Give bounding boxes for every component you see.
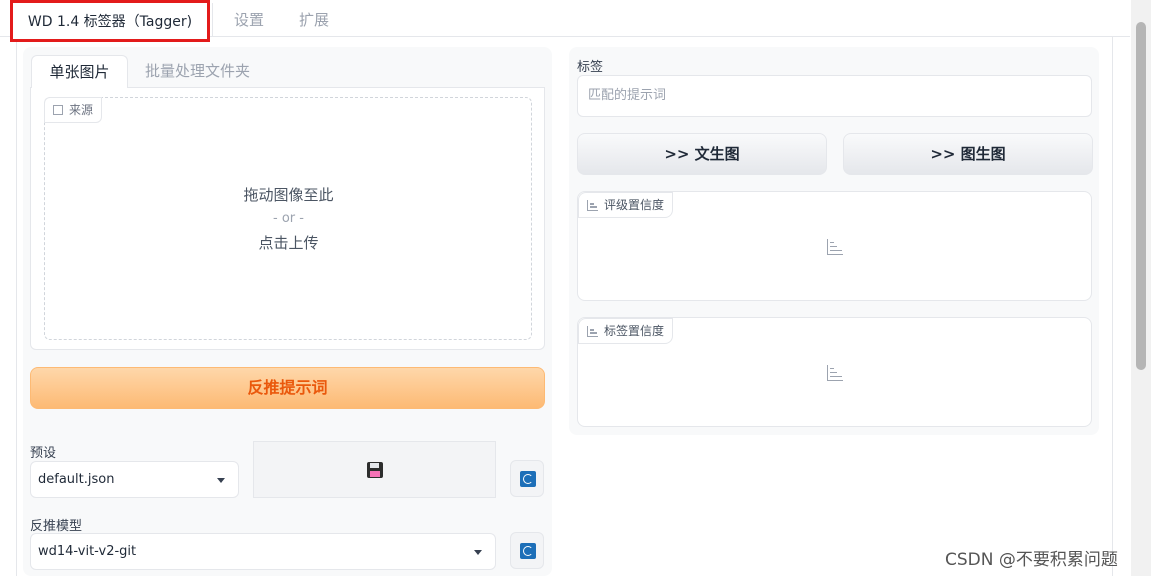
preset-value: default.json	[38, 472, 115, 487]
floppy-disk-icon	[367, 462, 383, 478]
tags-output-field[interactable]: 匹配的提示词	[577, 75, 1092, 117]
tag-confidence-panel: 标签置信度	[577, 317, 1092, 427]
top-tab-bar: WD 1.4 标签器（Tagger) 设置 扩展	[0, 0, 1130, 42]
refresh-model-button[interactable]	[510, 532, 544, 569]
watermark: CSDN @不要积累问题	[945, 550, 1118, 570]
tab-wd14-tagger[interactable]: WD 1.4 标签器（Tagger)	[10, 0, 210, 42]
tab-divider	[212, 3, 216, 37]
refresh-icon	[520, 543, 536, 559]
tag-confidence-label: 标签置信度	[578, 318, 674, 344]
source-label: 来源	[44, 97, 103, 123]
model-select[interactable]: wd14-vit-v2-git	[30, 533, 496, 570]
bar-chart-icon	[587, 325, 598, 337]
tag-confidence-text: 标签置信度	[604, 324, 665, 338]
image-upload-area[interactable]: 来源 拖动图像至此 - or - 点击上传	[30, 88, 545, 350]
tab-single-image[interactable]: 单张图片	[31, 55, 128, 89]
bar-chart-icon	[827, 239, 843, 255]
bar-chart-icon	[587, 199, 598, 211]
tab-extensions[interactable]: 扩展	[299, 0, 329, 37]
rating-confidence-text: 评级置信度	[604, 198, 665, 212]
image-icon	[53, 105, 63, 115]
source-label-text: 来源	[69, 103, 94, 117]
bar-chart-icon	[827, 365, 843, 381]
refresh-icon	[520, 471, 536, 487]
rating-confidence-panel: 评级置信度	[577, 191, 1092, 301]
model-label: 反推模型	[30, 519, 83, 534]
interrogate-button[interactable]: 反推提示词	[30, 367, 545, 409]
refresh-preset-button[interactable]	[510, 460, 544, 497]
preset-select[interactable]: default.json	[30, 461, 239, 498]
tags-label: 标签	[577, 60, 604, 75]
model-value: wd14-vit-v2-git	[38, 544, 137, 559]
send-to-txt2img-button[interactable]: >> 文生图	[577, 133, 827, 175]
save-preset-button[interactable]	[253, 441, 496, 498]
or-text: - or -	[273, 211, 304, 226]
tab-batch-folder[interactable]: 批量处理文件夹	[145, 55, 250, 88]
preset-label: 预设	[30, 446, 57, 461]
send-to-img2img-button[interactable]: >> 图生图	[843, 133, 1093, 175]
image-source-tabs: 单张图片 批量处理文件夹	[30, 55, 545, 89]
click-upload-text[interactable]: 点击上传	[31, 232, 546, 253]
tab-settings[interactable]: 设置	[234, 0, 264, 37]
drop-text: 拖动图像至此	[243, 186, 334, 204]
chevron-down-icon	[474, 550, 482, 555]
rating-confidence-label: 评级置信度	[578, 192, 674, 218]
chevron-down-icon	[217, 478, 225, 483]
scrollbar-thumb[interactable]	[1136, 22, 1146, 370]
vertical-scrollbar[interactable]	[1131, 0, 1151, 576]
